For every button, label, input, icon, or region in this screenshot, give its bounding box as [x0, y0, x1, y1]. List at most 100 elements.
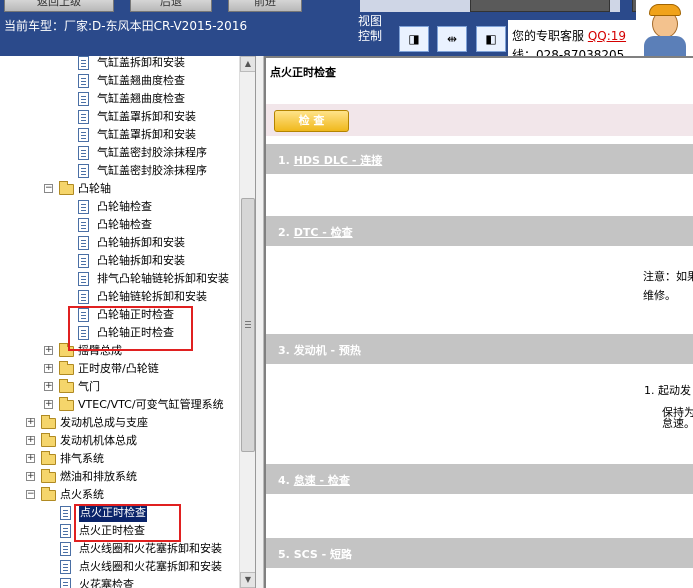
tree-doc-item[interactable]: 点火线圈和火花塞拆卸和安装 — [0, 558, 238, 576]
tree-item-label: 发动机总成与支座 — [60, 416, 148, 429]
tree-doc-item[interactable]: 凸轮轴链轮拆卸和安装 — [0, 288, 238, 306]
scroll-down-icon[interactable]: ▼ — [240, 572, 255, 588]
expand-icon[interactable]: + — [44, 364, 53, 373]
tree-item-label: 气缸盖翘曲度检查 — [97, 74, 185, 87]
tree-item-label: 火花塞检查 — [79, 578, 134, 588]
tree-item-label: 气缸盖罩拆卸和安装 — [97, 128, 196, 141]
tree-doc-item[interactable]: 排气凸轮轴链轮拆卸和安装 — [0, 270, 238, 288]
tree-item-label: 点火系统 — [60, 488, 104, 501]
tree-folder-item[interactable]: − 点火系统 — [0, 486, 238, 504]
tree-item-label: 气缸盖拆卸和安装 — [97, 56, 185, 69]
step-title-scs: SCS - 短路 — [293, 548, 353, 561]
tree-doc-item[interactable]: 凸轮轴检查 — [0, 216, 238, 234]
tree-item-label: 点火线圈和火花塞拆卸和安装 — [79, 542, 222, 555]
toolbar-dark-button[interactable] — [470, 0, 610, 12]
tree-item-label: 点火线圈和火花塞拆卸和安装 — [79, 560, 222, 573]
step-link-idle[interactable]: 怠速 - 检查 — [294, 474, 350, 487]
tree-item-label: 气门 — [78, 380, 100, 393]
collapse-left-pane-icon[interactable]: ◨ — [399, 26, 429, 52]
tree-item-label: 气缸盖翘曲度检查 — [97, 92, 185, 105]
collapse-icon[interactable]: − — [44, 184, 53, 193]
document-icon — [78, 92, 89, 106]
document-icon — [78, 290, 89, 304]
step-number: 4. — [278, 474, 290, 487]
step-number: 5. — [278, 548, 290, 561]
expand-icon[interactable]: + — [44, 346, 53, 355]
tree-doc-item[interactable]: 气缸盖密封胶涂抹程序 — [0, 144, 238, 162]
step-link-hds[interactable]: HDS DLC - 连接 — [294, 154, 383, 167]
folder-icon — [41, 415, 56, 429]
back-to-parent-button[interactable]: 返回上级 — [4, 0, 114, 12]
check-button[interactable]: 检 查 — [274, 110, 349, 132]
tree-doc-item[interactable]: 气缸盖翘曲度检查 — [0, 72, 238, 90]
tree-item-label: 凸轮轴拆卸和安装 — [97, 236, 185, 249]
tree-doc-item[interactable]: 气缸盖罩拆卸和安装 — [0, 108, 238, 126]
expand-icon[interactable]: + — [26, 436, 35, 445]
customer-service-box: 您的专职客服 QQ:19 线：028-87038205 — [508, 20, 636, 56]
app-window: 返回上级 后退 前进 当前车型：厂家:D-东风本田CR-V2015-2016 视… — [0, 0, 693, 588]
tree-item-label: 发动机机体总成 — [60, 434, 137, 447]
tree-doc-item[interactable]: 凸轮轴检查 — [0, 198, 238, 216]
tree-folder-item[interactable]: + 燃油和排放系统 — [0, 468, 238, 486]
back-button[interactable]: 后退 — [130, 0, 212, 12]
expand-icon[interactable]: + — [44, 400, 53, 409]
tree-doc-item[interactable]: 气缸盖拆卸和安装 — [0, 56, 238, 72]
mascot-logo-icon — [636, 0, 693, 56]
collapse-icon[interactable]: − — [26, 490, 35, 499]
folder-icon — [59, 181, 74, 195]
service-phone: 线：028-87038205 — [512, 48, 625, 56]
document-icon — [60, 560, 71, 574]
expand-icon[interactable]: + — [26, 472, 35, 481]
tree-doc-item[interactable]: 火花塞检查 — [0, 576, 238, 588]
tree-folder-item[interactable]: + 发动机机体总成 — [0, 432, 238, 450]
folder-icon — [41, 451, 56, 465]
tree-doc-item[interactable]: 气缸盖密封胶涂抹程序 — [0, 162, 238, 180]
step-band-4: 4. 怠速 - 检查 — [266, 464, 693, 494]
highlight-box-camshaft — [68, 306, 193, 351]
scroll-thumb[interactable] — [241, 198, 255, 452]
tree-item-label: 气缸盖密封胶涂抹程序 — [97, 164, 207, 177]
top-toolbar: 返回上级 后退 前进 当前车型：厂家:D-东风本田CR-V2015-2016 视… — [0, 0, 693, 56]
tree-item-label: 排气系统 — [60, 452, 104, 465]
forward-button[interactable]: 前进 — [228, 0, 302, 12]
tree-folder-item[interactable]: + 正时皮带/凸轮链 — [0, 360, 238, 378]
document-icon — [60, 542, 71, 556]
tree-scrollbar[interactable]: ▲ ▼ — [239, 56, 255, 588]
document-icon — [78, 254, 89, 268]
tree-folder-item[interactable]: − 凸轮轴 — [0, 180, 238, 198]
folder-icon — [41, 487, 56, 501]
document-icon — [78, 236, 89, 250]
folder-icon — [59, 361, 74, 375]
split-view-icon[interactable]: ⇹ — [437, 26, 467, 52]
expand-icon[interactable]: + — [26, 454, 35, 463]
step-number: 3. — [278, 344, 290, 357]
tree-folder-item[interactable]: + 排气系统 — [0, 450, 238, 468]
tree-folder-item[interactable]: + 气门 — [0, 378, 238, 396]
tree-folder-item[interactable]: + 发动机总成与支座 — [0, 414, 238, 432]
document-icon — [78, 56, 89, 70]
document-icon — [78, 128, 89, 142]
expand-icon[interactable]: + — [26, 418, 35, 427]
service-qq-link[interactable]: QQ:19 — [588, 29, 626, 43]
document-icon — [78, 272, 89, 286]
tree-doc-item[interactable]: 点火线圈和火花塞拆卸和安装 — [0, 540, 238, 558]
view-control-label: 视图控制 — [358, 14, 383, 43]
scroll-up-icon[interactable]: ▲ — [240, 56, 255, 72]
folder-icon — [41, 433, 56, 447]
document-icon — [60, 524, 71, 538]
tree-doc-item[interactable]: 凸轮轴拆卸和安装 — [0, 252, 238, 270]
page-title: 点火正时检查 — [270, 66, 336, 79]
expand-icon[interactable]: + — [44, 382, 53, 391]
tree-folder-item[interactable]: + VTEC/VTC/可变气缸管理系统 — [0, 396, 238, 414]
step-band-3: 3. 发动机 - 预热 — [266, 334, 693, 364]
document-icon — [78, 200, 89, 214]
collapse-right-pane-icon[interactable]: ◧ — [476, 26, 506, 52]
tree-doc-item[interactable]: 凸轮轴拆卸和安装 — [0, 234, 238, 252]
tree-doc-item[interactable]: 气缸盖罩拆卸和安装 — [0, 126, 238, 144]
pane-splitter[interactable] — [256, 56, 264, 588]
step-link-dtc[interactable]: DTC - 检查 — [294, 226, 353, 239]
tree-doc-item[interactable]: 气缸盖翘曲度检查 — [0, 90, 238, 108]
step-title-warmup: 发动机 - 预热 — [293, 344, 361, 357]
tree-item-label: 气缸盖密封胶涂抹程序 — [97, 146, 207, 159]
document-icon — [78, 110, 89, 124]
